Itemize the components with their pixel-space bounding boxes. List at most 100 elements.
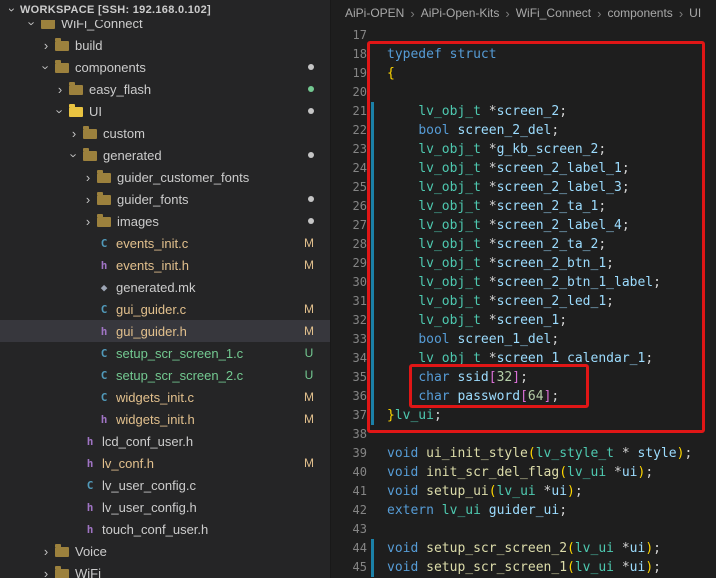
tree-file-gui_guider.c[interactable]: Cgui_guider.c M <box>0 298 330 320</box>
tree-file-lv_user_config.c[interactable]: Clv_user_config.c <box>0 474 330 496</box>
code-line[interactable]: 21 lv_obj_t *screen_2; <box>331 102 716 121</box>
tree-folder-custom[interactable]: › custom <box>0 122 330 144</box>
tree-file-lcd_conf_user.h[interactable]: h lcd_conf_user.h <box>0 430 330 452</box>
code-token: lv_ui <box>574 560 614 575</box>
code-token: setup_scr_screen_1 <box>426 560 568 575</box>
code-line[interactable]: 17 <box>331 26 716 45</box>
line-number: 30 <box>352 275 367 289</box>
line-number: 40 <box>352 465 367 479</box>
tree-folder-UI[interactable]: › UI <box>0 100 330 122</box>
item-label: Voice <box>75 543 107 559</box>
code-token: [ <box>520 389 528 404</box>
breadcrumb-item-UI[interactable]: UI <box>689 6 701 20</box>
code-token: struct <box>449 47 497 62</box>
git-status-badge: M <box>304 302 314 316</box>
code-token: * <box>480 237 497 252</box>
tree-file-widgets_init.c[interactable]: Cwidgets_init.c M <box>0 386 330 408</box>
code-token: void <box>387 446 419 461</box>
code-token: ; <box>621 161 630 176</box>
tree-folder-guider_customer_fonts[interactable]: › guider_customer_fonts <box>0 166 330 188</box>
line-number: 42 <box>352 503 367 517</box>
code-line[interactable]: 36 char password[64]; <box>331 387 716 406</box>
code-token: bool <box>418 123 450 138</box>
tree-folder-guider_fonts[interactable]: › guider_fonts <box>0 188 330 210</box>
code-line[interactable]: 23 lv_obj_t *g_kb_screen_2; <box>331 140 716 159</box>
tree-file-setup_scr_screen_1.c[interactable]: Csetup_scr_screen_1.c U <box>0 342 330 364</box>
item-label: widgets_init.h <box>116 411 195 427</box>
code-line[interactable]: 39 void ui_init_style(lv_style_t * style)… <box>331 444 716 463</box>
tree-folder-generated[interactable]: › generated <box>0 144 330 166</box>
tree-folder-build[interactable]: › build <box>0 34 330 56</box>
code-line[interactable]: 44 void setup_scr_screen_2(lv_ui *ui); <box>331 539 716 558</box>
workspace-section-header[interactable]: › WORKSPACE [SSH: 192.168.0.102] <box>0 0 330 20</box>
tree-file-setup_scr_screen_2.c[interactable]: Csetup_scr_screen_2.c U <box>0 364 330 386</box>
code-line[interactable]: 42 extern lv_ui guider_ui; <box>331 501 716 520</box>
tree-folder-Voice[interactable]: › Voice <box>0 540 330 562</box>
code-line[interactable]: 26 lv_obj_t *screen_2_ta_1; <box>331 197 716 216</box>
code-line[interactable]: 38 <box>331 425 716 444</box>
tree-folder-easy_flash[interactable]: › easy_flash <box>0 78 330 100</box>
code-line[interactable]: 20 <box>331 83 716 102</box>
code-line[interactable]: 37}lv_ui; <box>331 406 716 425</box>
code-line[interactable]: 29 lv_obj_t *screen_2_btn_1; <box>331 254 716 273</box>
code-line[interactable]: 28 lv_obj_t *screen_2_ta_2; <box>331 235 716 254</box>
tree-file-events_init.c[interactable]: Cevents_init.c M <box>0 232 330 254</box>
code-line[interactable]: 19 { <box>331 64 716 83</box>
code-token: ) <box>645 541 654 556</box>
code-line[interactable]: 24 lv_obj_t *screen_2_label_1; <box>331 159 716 178</box>
code-token: } <box>387 408 395 423</box>
code-token: lv_ui <box>441 503 481 518</box>
tree-folder-images[interactable]: › images <box>0 210 330 232</box>
breadcrumb-item-AiPi-OPEN[interactable]: AiPi-OPEN <box>345 6 404 20</box>
code-line[interactable]: 45 void setup_scr_screen_1(lv_ui *ui); <box>331 558 716 577</box>
code-line[interactable]: 30 lv_obj_t *screen_2_btn_1_label; <box>331 273 716 292</box>
code-line[interactable]: 25 lv_obj_t *screen_2_label_3; <box>331 178 716 197</box>
tree-file-widgets_init.h[interactable]: h widgets_init.h M <box>0 408 330 430</box>
breadcrumb-item-components[interactable]: components <box>607 6 672 20</box>
git-gutter-bar <box>371 140 374 159</box>
folder-icon <box>55 543 69 557</box>
tree-folder-components[interactable]: › components <box>0 56 330 78</box>
code-line[interactable]: 34 lv_obj_t *screen_1_calendar_1; <box>331 349 716 368</box>
tree-file-lv_user_config.h[interactable]: h lv_user_config.h <box>0 496 330 518</box>
code-token: ui_init_style <box>426 446 528 461</box>
code-token: 32 <box>496 370 513 385</box>
tree-file-lv_conf.h[interactable]: h lv_conf.h M <box>0 452 330 474</box>
code-token: * <box>480 294 497 309</box>
code-token: ( <box>559 465 568 480</box>
git-status-badge: M <box>304 412 314 426</box>
tree-file-touch_conf_user.h[interactable]: h touch_conf_user.h <box>0 518 330 540</box>
item-label: build <box>75 37 103 53</box>
code-line[interactable]: 32 lv_obj_t *screen_1; <box>331 311 716 330</box>
code-line[interactable]: 40 void init_scr_del_flag(lv_ui *ui); <box>331 463 716 482</box>
line-number: 45 <box>352 560 367 574</box>
code-token: ( <box>567 541 575 556</box>
tree-file-generated.mk[interactable]: ◆ generated.mk <box>0 276 330 298</box>
item-label: lv_conf.h <box>102 455 155 471</box>
code-token: * <box>614 560 630 575</box>
code-line[interactable]: 33 bool screen_1_del; <box>331 330 716 349</box>
tree-file-events_init.h[interactable]: h events_init.h M <box>0 254 330 276</box>
file-type-icon: C <box>100 368 108 382</box>
code-text: bool screen_2_del; <box>379 121 559 140</box>
tree-file-gui_guider.h[interactable]: h gui_guider.h M <box>0 320 330 342</box>
code-line[interactable]: 43 <box>331 520 716 539</box>
folder-icon <box>55 565 69 578</box>
code-token: ) <box>645 560 654 575</box>
item-label: events_init.h <box>116 257 189 273</box>
item-label: setup_scr_screen_1.c <box>116 345 244 361</box>
breadcrumb-item-WiFi_Connect[interactable]: WiFi_Connect <box>516 6 591 20</box>
tree-folder-WiFi[interactable]: › WiFi <box>0 562 330 578</box>
code-line[interactable]: 41 void setup_ui(lv_ui *ui); <box>331 482 716 501</box>
line-number: 38 <box>352 427 367 441</box>
code-line[interactable]: 35 char ssid[32]; <box>331 368 716 387</box>
code-line[interactable]: 31 lv_obj_t *screen_2_led_1; <box>331 292 716 311</box>
git-status-badge: U <box>304 346 314 360</box>
breadcrumb-item-AiPi-Open-Kits[interactable]: AiPi-Open-Kits <box>421 6 500 20</box>
code-line[interactable]: 27 lv_obj_t *screen_2_label_4; <box>331 216 716 235</box>
code-line[interactable]: 22 bool screen_2_del; <box>331 121 716 140</box>
code-line[interactable]: 18 typedef struct <box>331 45 716 64</box>
folder-icon <box>69 81 83 95</box>
